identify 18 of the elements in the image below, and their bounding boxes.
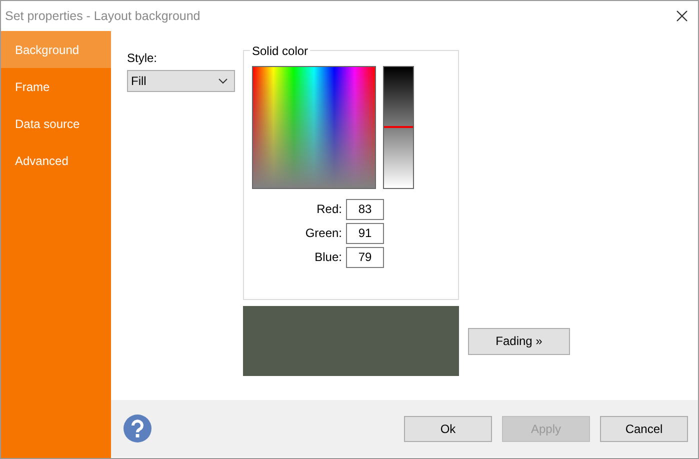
channel-label: Blue: [314,249,342,266]
chevron-down-icon [218,78,228,84]
style-label: Style: [127,50,158,67]
channel-label: Green: [305,225,342,242]
fading-button[interactable]: Fading » [468,328,570,354]
window-title: Set properties - Layout background [5,8,200,25]
color-spectrum[interactable] [252,66,376,189]
style-dropdown[interactable]: Fill [127,70,235,92]
lightness-slider[interactable] [383,66,414,189]
channel-field[interactable]: 91 [346,222,384,244]
dialog-button[interactable]: Ok [404,416,492,442]
channel-field[interactable]: 79 [346,246,384,268]
slider-marker[interactable] [384,126,413,128]
channel-label: Red: [316,201,342,218]
close-icon [676,10,688,22]
help-icon[interactable] [123,414,152,443]
dialog-button[interactable]: Cancel [600,416,688,442]
channel-field[interactable]: 83 [346,198,384,220]
